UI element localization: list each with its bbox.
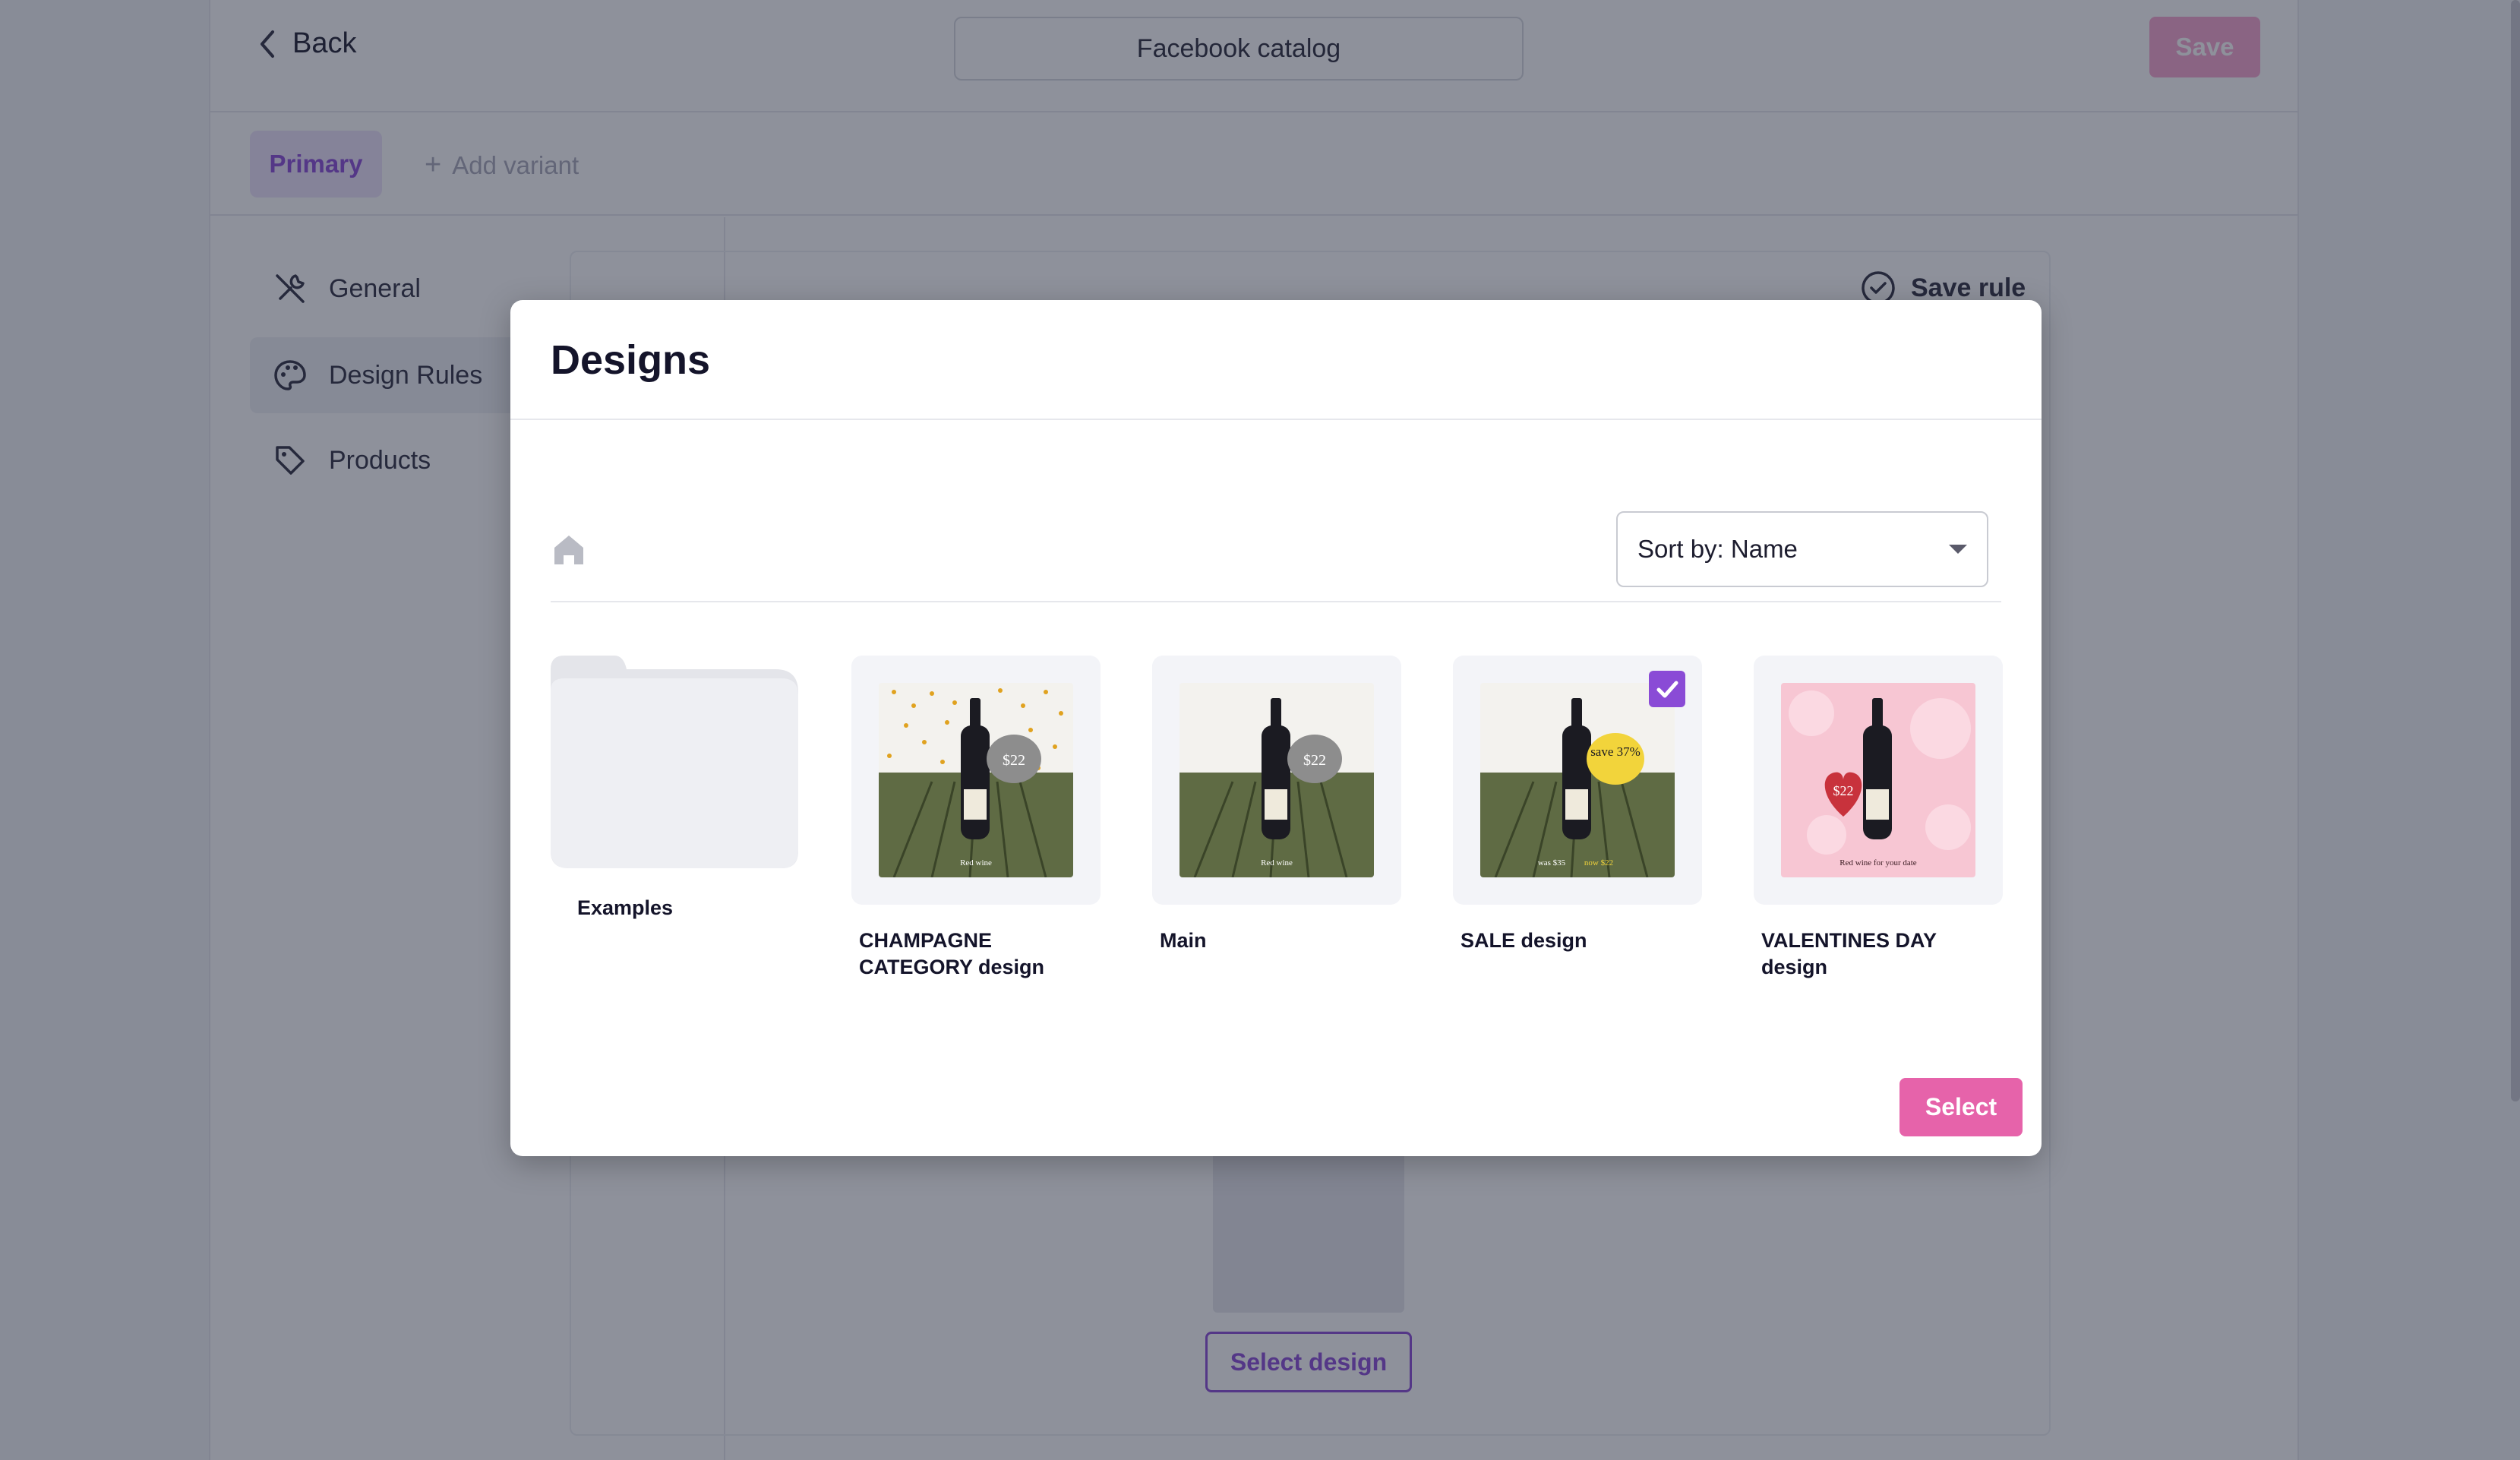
divider	[551, 601, 2001, 602]
price-tag: $22	[1833, 783, 1854, 798]
image-caption-now: now $22	[1584, 858, 1613, 867]
price-tag: $22	[1003, 752, 1025, 769]
design-thumbnail: $22 Red wine for your date	[1754, 656, 2003, 905]
design-tile-label: CHAMPAGNE CATEGORY design	[859, 929, 1045, 979]
design-tile-label: VALENTINES DAY design	[1761, 929, 1937, 979]
image-caption: Red wine	[1261, 858, 1293, 867]
wine-design-image: $22 Red wine	[879, 683, 1073, 877]
sort-select-value: Sort by: Name	[1637, 535, 1798, 563]
image-caption: Red wine for your date	[1839, 858, 1917, 867]
wine-design-image: save 37% was $35 now $22	[1480, 683, 1675, 877]
image-caption: Red wine	[960, 858, 992, 867]
select-button[interactable]: Select	[1899, 1078, 2023, 1136]
caret-down-icon	[1949, 545, 1967, 554]
modal-header: Designs	[510, 300, 2042, 420]
home-icon[interactable]	[551, 532, 586, 567]
design-tile-examples[interactable]: Examples	[551, 656, 800, 921]
design-tile-valentines[interactable]: $22 Red wine for your date VALENTINES DA…	[1754, 656, 2003, 981]
wine-design-image: $22 Red wine for your date	[1781, 683, 1975, 877]
selected-checkbox[interactable]	[1649, 671, 1685, 707]
design-thumbnail: $22 Red wine	[851, 656, 1101, 905]
sort-select[interactable]: Sort by: Name	[1616, 511, 1988, 587]
modal-title: Designs	[551, 337, 711, 383]
design-tile-label: Main	[1160, 929, 1207, 952]
price-tag: $22	[1303, 752, 1326, 769]
checkmark-icon	[1656, 681, 1678, 698]
design-thumbnail: save 37% was $35 now $22	[1453, 656, 1702, 905]
folder-icon	[551, 656, 798, 868]
design-tile-sale[interactable]: save 37% was $35 now $22 SALE design	[1453, 656, 1702, 954]
design-tile-champagne[interactable]: $22 Red wine CHAMPAGNE CATEGORY design	[851, 656, 1101, 981]
sale-badge: save 37%	[1590, 744, 1641, 759]
designs-modal: Designs Sort by: Name Examples $22 Red w…	[510, 300, 2042, 1156]
design-tile-main[interactable]: $22 Red wine Main	[1152, 656, 1401, 954]
wine-design-image: $22 Red wine	[1179, 683, 1374, 877]
design-thumbnail: $22 Red wine	[1152, 656, 1401, 905]
design-tile-label: SALE design	[1461, 929, 1587, 952]
image-caption-was: was $35	[1538, 858, 1566, 867]
